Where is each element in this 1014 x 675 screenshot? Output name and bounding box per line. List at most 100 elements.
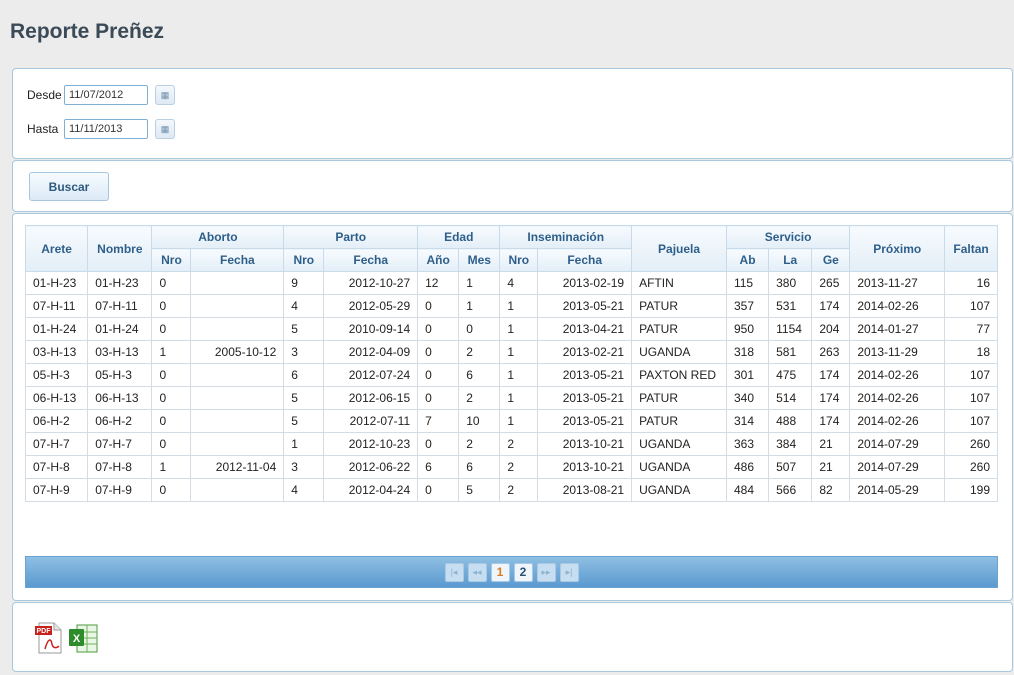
page-2-button[interactable]: 2 xyxy=(513,562,533,582)
cell-ins-nro: 1 xyxy=(499,386,539,410)
cell-nombre: 07-H-8 xyxy=(87,455,153,479)
cell-serv-la: 507 xyxy=(768,455,813,479)
cell-edad-mes: 0 xyxy=(458,317,501,341)
cell-parto-fecha: 2010-09-14 xyxy=(323,317,419,341)
first-page-button[interactable]: |◂ xyxy=(444,562,464,582)
cell-proximo: 2013-11-29 xyxy=(849,340,946,364)
pagination-bar: |◂ ◂◂ 1 2 ▸▸ ▸| xyxy=(25,556,998,588)
cell-faltan: 260 xyxy=(944,432,998,456)
cell-aborto-fecha: 2012-11-04 xyxy=(190,455,285,479)
cell-edad-ano: 7 xyxy=(417,409,460,433)
cell-pajuela: UGANDA xyxy=(631,478,727,502)
header-aborto-nro[interactable]: Nro xyxy=(151,248,192,272)
cell-faltan: 18 xyxy=(944,340,998,364)
cell-parto-fecha: 2012-04-09 xyxy=(323,340,419,364)
header-parto: Parto xyxy=(283,225,419,249)
header-ins-nro[interactable]: Nro xyxy=(499,248,539,272)
cell-edad-mes: 2 xyxy=(458,340,501,364)
cell-serv-ab: 340 xyxy=(725,386,770,410)
page-1-button[interactable]: 1 xyxy=(490,562,510,582)
cell-arete: 01-H-24 xyxy=(24,317,89,341)
cell-edad-mes: 1 xyxy=(458,294,501,318)
cell-faltan: 16 xyxy=(944,271,998,295)
cell-parto-nro: 5 xyxy=(283,409,325,433)
cell-serv-la: 531 xyxy=(768,294,813,318)
cell-proximo: 2013-11-27 xyxy=(849,271,946,295)
table-row[interactable]: 07-H-9 07-H-9 0 4 2012-04-24 0 5 2 2013-08-21 UGA… xyxy=(24,478,998,502)
search-panel: Buscar xyxy=(12,160,1013,212)
table-row[interactable]: 06-H-13 06-H-13 0 5 2012-06-15 0 2 1 2013-05-21 P… xyxy=(24,386,998,410)
header-parto-nro[interactable]: Nro xyxy=(283,248,325,272)
header-ins-fecha[interactable]: Fecha xyxy=(537,248,633,272)
pdf-icon[interactable]: PDF xyxy=(34,622,64,654)
hasta-date-input[interactable] xyxy=(64,119,148,139)
table-row[interactable]: 07-H-11 07-H-11 0 4 2012-05-29 0 1 1 2013-05-21 P… xyxy=(24,294,998,318)
header-faltan[interactable]: Faltan xyxy=(944,225,998,272)
cell-proximo: 2014-01-27 xyxy=(849,317,946,341)
cell-proximo: 2014-07-29 xyxy=(849,432,946,456)
cell-aborto-nro: 0 xyxy=(151,271,192,295)
header-edad-mes[interactable]: Mes xyxy=(458,248,501,272)
cell-serv-la: 1154 xyxy=(768,317,813,341)
cell-parto-fecha: 2012-07-11 xyxy=(323,409,419,433)
cell-aborto-nro: 0 xyxy=(151,317,192,341)
cell-faltan: 260 xyxy=(944,455,998,479)
desde-label: Desde xyxy=(27,88,62,102)
table-row[interactable]: 07-H-8 07-H-8 1 2012-11-04 3 2012-06-22 6 6 2 201… xyxy=(24,455,998,479)
cell-serv-ab: 301 xyxy=(725,363,770,387)
cell-edad-mes: 6 xyxy=(458,363,501,387)
header-parto-fecha[interactable]: Fecha xyxy=(323,248,419,272)
cell-arete: 06-H-13 xyxy=(24,386,89,410)
header-serv-ge[interactable]: Ge xyxy=(811,248,851,272)
cell-ins-nro: 1 xyxy=(499,294,539,318)
cell-serv-la: 475 xyxy=(768,363,813,387)
cell-edad-ano: 0 xyxy=(417,386,460,410)
cell-nombre: 07-H-11 xyxy=(87,294,153,318)
search-button[interactable]: Buscar xyxy=(29,172,109,201)
header-pajuela[interactable]: Pajuela xyxy=(631,225,727,272)
header-aborto-fecha[interactable]: Fecha xyxy=(190,248,285,272)
cell-aborto-nro: 0 xyxy=(151,386,192,410)
header-edad-ano[interactable]: Año xyxy=(417,248,460,272)
cell-ins-nro: 1 xyxy=(499,409,539,433)
cell-proximo: 2014-07-29 xyxy=(849,455,946,479)
cell-serv-la: 566 xyxy=(768,478,813,502)
desde-date-input[interactable] xyxy=(64,85,148,105)
cell-proximo: 2014-05-29 xyxy=(849,478,946,502)
header-arete[interactable]: Arete xyxy=(24,225,89,272)
hasta-calendar-icon[interactable]: ▦ xyxy=(155,119,175,139)
date-filter-panel: Desde ▦ Hasta ▦ xyxy=(12,68,1013,159)
cell-parto-fecha: 2012-06-15 xyxy=(323,386,419,410)
pdf-badge-text: PDF xyxy=(37,628,52,635)
cell-edad-mes: 6 xyxy=(458,455,501,479)
table-row[interactable]: 05-H-3 05-H-3 0 6 2012-07-24 0 6 1 2013-05-21 PAX… xyxy=(24,363,998,387)
header-nombre[interactable]: Nombre xyxy=(87,225,153,272)
cell-serv-ge: 21 xyxy=(811,432,851,456)
cell-aborto-fecha xyxy=(190,294,285,318)
table-row[interactable]: 01-H-24 01-H-24 0 5 2010-09-14 0 0 1 2013-04-21 P… xyxy=(24,317,998,341)
cell-proximo: 2014-02-26 xyxy=(849,294,946,318)
header-aborto: Aborto xyxy=(151,225,285,249)
cell-nombre: 07-H-7 xyxy=(87,432,153,456)
cell-parto-nro: 5 xyxy=(283,386,325,410)
last-page-button[interactable]: ▸| xyxy=(559,562,579,582)
cell-edad-ano: 0 xyxy=(417,432,460,456)
header-serv-la[interactable]: La xyxy=(768,248,813,272)
table-row[interactable]: 07-H-7 07-H-7 0 1 2012-10-23 0 2 2 2013-10-21 UGA… xyxy=(24,432,998,456)
header-proximo[interactable]: Próximo xyxy=(849,225,946,272)
header-serv-ab[interactable]: Ab xyxy=(725,248,770,272)
cell-parto-fecha: 2012-05-29 xyxy=(323,294,419,318)
table-row[interactable]: 03-H-13 03-H-13 1 2005-10-12 3 2012-04-09 0 2 1 2… xyxy=(24,340,998,364)
table-row[interactable]: 01-H-23 01-H-23 0 9 2012-10-27 12 1 4 2013-02-19… xyxy=(24,271,998,295)
cell-pajuela: PATUR xyxy=(631,294,727,318)
cell-nombre: 06-H-2 xyxy=(87,409,153,433)
excel-icon[interactable]: X xyxy=(68,622,98,654)
next-page-button[interactable]: ▸▸ xyxy=(536,562,556,582)
prev-page-button[interactable]: ◂◂ xyxy=(467,562,487,582)
desde-calendar-icon[interactable]: ▦ xyxy=(155,85,175,105)
cell-serv-ge: 204 xyxy=(811,317,851,341)
cell-pajuela: UGANDA xyxy=(631,432,727,456)
cell-serv-ab: 357 xyxy=(725,294,770,318)
cell-arete: 07-H-9 xyxy=(24,478,89,502)
table-row[interactable]: 06-H-2 06-H-2 0 5 2012-07-11 7 10 1 2013-05-21 PA… xyxy=(24,409,998,433)
